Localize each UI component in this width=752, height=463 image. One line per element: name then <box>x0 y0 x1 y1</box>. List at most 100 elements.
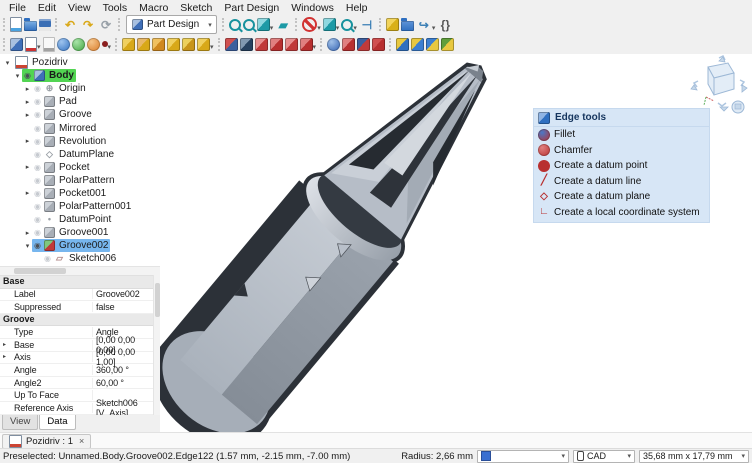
new-document-icon[interactable] <box>10 17 22 32</box>
viewport-dimensions-select[interactable]: 35,68 mm x 17,79 mm ▾ <box>639 450 749 463</box>
revolution-icon[interactable] <box>137 38 150 51</box>
part-icon[interactable] <box>386 18 399 31</box>
expander-icon[interactable]: ▸ <box>23 229 32 237</box>
tree-item-origin[interactable]: ▸◉⊕Origin <box>0 82 160 95</box>
property-row-label[interactable]: LabelGroove002 <box>0 289 153 302</box>
export-icon[interactable]: ↪ <box>416 17 432 33</box>
property-row-angle[interactable]: Angle360,00 ° <box>0 364 153 377</box>
expander-icon[interactable]: ▸ <box>23 189 32 197</box>
axonometric-view-icon[interactable] <box>323 18 336 31</box>
redo-icon[interactable]: ↷ <box>80 17 96 33</box>
menu-tools[interactable]: Tools <box>97 1 134 15</box>
property-row-axis[interactable]: ▸Axis[0,00 0,00 1,00] <box>0 352 153 365</box>
dropdown-arrow-icon[interactable]: ▾ <box>313 43 317 51</box>
edge-tool-create-datum-point[interactable]: Create a datum point <box>533 158 710 174</box>
shapebinder-icon[interactable] <box>72 38 85 51</box>
edit-sketch-icon[interactable] <box>43 37 55 52</box>
expander-icon[interactable]: ▸ <box>3 341 6 348</box>
edge-tool-create-datum-line[interactable]: ╱Create a datum line <box>533 174 710 190</box>
fit-all-icon[interactable] <box>229 19 241 31</box>
property-editor[interactable]: BaseLabelGroove002SuppressedfalseGrooveT… <box>0 275 153 416</box>
3d-viewport[interactable]: Edge tools FilletChamferCreate a datum p… <box>160 54 752 432</box>
additive-loft-icon[interactable] <box>152 38 165 51</box>
dropdown-arrow-icon[interactable]: ▾ <box>270 24 274 32</box>
menu-view[interactable]: View <box>62 1 97 15</box>
property-value[interactable]: 360,00 ° <box>93 365 153 375</box>
additive-primitive-icon[interactable] <box>197 38 210 51</box>
menu-file[interactable]: File <box>3 1 32 15</box>
fillet-icon[interactable] <box>327 38 340 51</box>
tab-data[interactable]: Data <box>39 415 75 430</box>
measure-icon[interactable]: ⊣ <box>359 17 375 33</box>
model-tree[interactable]: ▾Pozidriv▾◉Body▸◉⊕Origin▸◉Pad▸◉Groove◉Mi… <box>0 54 160 266</box>
menu-windows[interactable]: Windows <box>285 1 340 15</box>
tree-item-datumpoint[interactable]: ◉•DatumPoint <box>0 213 160 226</box>
clipping-plane-icon[interactable] <box>302 17 317 32</box>
property-value[interactable]: false <box>93 302 153 312</box>
additive-helix-icon[interactable] <box>182 38 195 51</box>
macro-icon[interactable]: {} <box>437 17 453 33</box>
datum-tools-icon[interactable] <box>102 41 108 47</box>
dropdown-arrow-icon[interactable]: ▾ <box>317 24 321 32</box>
zoom-tools-icon[interactable] <box>341 19 353 31</box>
mirrored-icon[interactable] <box>396 38 409 51</box>
groove-icon[interactable] <box>255 38 268 51</box>
group-icon[interactable] <box>401 21 414 31</box>
property-value[interactable]: 60,00 ° <box>93 378 153 388</box>
tree-item-groove[interactable]: ▸◉Groove <box>0 108 160 121</box>
tree-item-datumplane[interactable]: ◉◇DatumPlane <box>0 148 160 161</box>
expander-icon[interactable]: ▸ <box>23 85 32 93</box>
pad-icon[interactable] <box>122 38 135 51</box>
view-plane-icon[interactable]: ▰ <box>275 17 291 33</box>
tree-item-body[interactable]: ▾◉Body <box>0 69 160 82</box>
property-row-suppressed[interactable]: Suppressedfalse <box>0 301 153 314</box>
expander-icon[interactable]: ▸ <box>23 111 32 119</box>
tree-item-pozidriv[interactable]: ▾Pozidriv <box>0 56 160 69</box>
navigation-style-select[interactable]: CAD ▾ <box>573 450 635 463</box>
menu-sketch[interactable]: Sketch <box>174 1 218 15</box>
open-document-icon[interactable] <box>24 21 37 31</box>
tree-horizontal-scrollbar[interactable] <box>0 266 160 275</box>
thickness-icon[interactable] <box>372 38 385 51</box>
polar-pattern-icon[interactable] <box>426 38 439 51</box>
edge-tool-fillet[interactable]: Fillet <box>533 127 710 143</box>
tree-item-pocket001[interactable]: ▸◉Pocket001 <box>0 187 160 200</box>
tab-view[interactable]: View <box>2 415 38 430</box>
property-row-reference-axis[interactable]: Reference AxisSketch006 [V_Axis] <box>0 402 153 415</box>
line-color-select[interactable]: ▾ <box>477 450 569 463</box>
create-body-icon[interactable] <box>10 38 23 51</box>
clone-icon[interactable] <box>87 38 100 51</box>
refresh-icon[interactable]: ⟳ <box>98 17 114 33</box>
tree-item-pocket[interactable]: ▸◉Pocket <box>0 161 160 174</box>
dropdown-arrow-icon[interactable]: ▾ <box>210 43 214 51</box>
tree-item-groove001[interactable]: ▸◉Groove001 <box>0 226 160 239</box>
zoom-selection-icon[interactable] <box>243 19 255 31</box>
dropdown-arrow-icon[interactable]: ▾ <box>108 43 112 51</box>
expander-icon[interactable]: ▸ <box>23 163 32 171</box>
expander-icon[interactable]: ▾ <box>23 242 32 250</box>
expander-icon[interactable]: ▸ <box>23 98 32 106</box>
menu-part-design[interactable]: Part Design <box>218 1 285 15</box>
menu-edit[interactable]: Edit <box>32 1 62 15</box>
subtractive-loft-icon[interactable] <box>270 38 283 51</box>
draft-icon[interactable] <box>357 38 370 51</box>
draw-style-icon[interactable] <box>257 18 270 31</box>
tree-item-sketch006[interactable]: ◉▱Sketch006 <box>0 252 160 265</box>
expander-icon[interactable]: ▾ <box>13 72 22 80</box>
property-row-angle2[interactable]: Angle260,00 ° <box>0 377 153 390</box>
dropdown-arrow-icon[interactable]: ▾ <box>432 24 436 32</box>
menu-macro[interactable]: Macro <box>133 1 174 15</box>
tree-item-polarpattern[interactable]: ◉PolarPattern <box>0 174 160 187</box>
subtractive-primitive-icon[interactable] <box>300 38 313 51</box>
dropdown-arrow-icon[interactable]: ▾ <box>37 43 41 51</box>
undo-icon[interactable]: ↶ <box>62 17 78 33</box>
tree-item-mirrored[interactable]: ◉Mirrored <box>0 121 160 134</box>
edge-tool-create-datum-plane[interactable]: ◇Create a datum plane <box>533 189 710 205</box>
subtractive-pipe-icon[interactable] <box>285 38 298 51</box>
chamfer-icon[interactable] <box>342 38 355 51</box>
expander-icon[interactable]: ▸ <box>3 353 6 360</box>
map-sketch-icon[interactable] <box>57 38 70 51</box>
pocket-icon[interactable] <box>225 38 238 51</box>
document-tab[interactable]: Pozidriv : 1 × <box>2 434 91 449</box>
close-tab-icon[interactable]: × <box>79 436 84 446</box>
